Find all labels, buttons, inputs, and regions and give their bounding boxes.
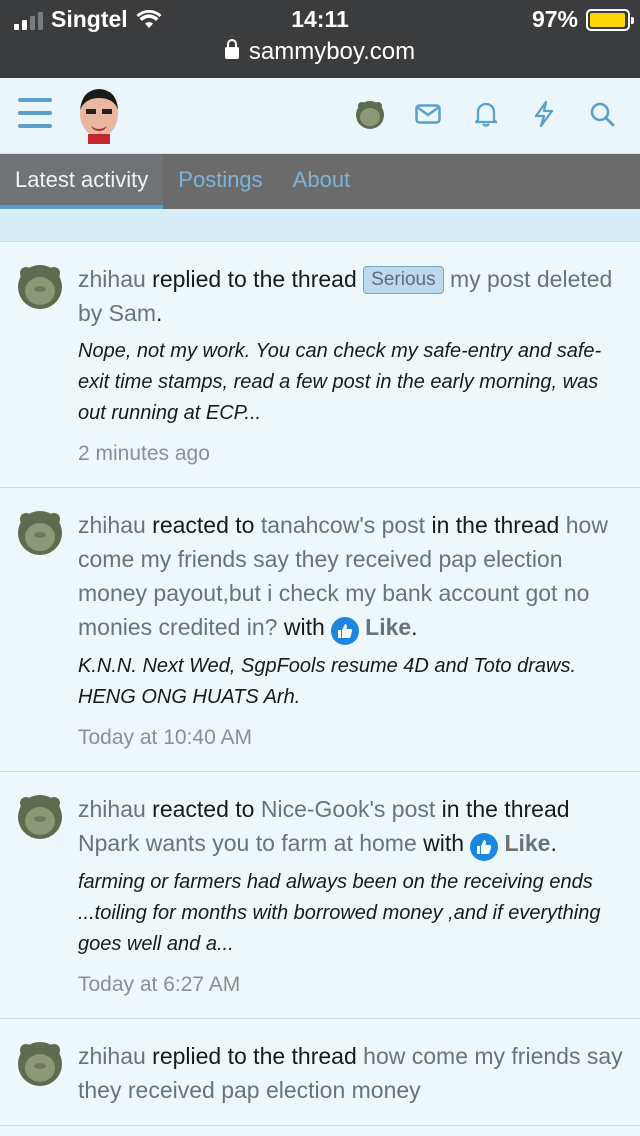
in-thread-text: in the thread (431, 512, 560, 538)
battery-icon (586, 8, 634, 31)
prefix-badge[interactable]: Serious (363, 266, 444, 294)
post-link[interactable]: tanahcow's post (261, 512, 425, 538)
address-bar[interactable]: sammyboy.com (0, 38, 640, 66)
with-text: with (283, 614, 325, 640)
user-avatar[interactable] (16, 792, 64, 840)
post-snippet[interactable]: K.N.N. Next Wed, SgpFools resume 4D and … (78, 651, 624, 713)
username-link[interactable]: zhihau (78, 796, 146, 822)
timestamp[interactable]: 2 minutes ago (78, 439, 624, 469)
action-text: reacted to (152, 512, 255, 538)
activity-text: zhihau reacted to Nice-Gook's post in th… (78, 792, 624, 861)
timestamp[interactable]: Today at 6:27 AM (78, 970, 624, 1000)
activity-text: zhihau reacted to tanahcow's post in the… (78, 508, 624, 645)
action-text: reacted to (152, 796, 255, 822)
with-text: with (423, 830, 465, 856)
activity-text: zhihau replied to the thread Serious my … (78, 262, 624, 330)
list-item: zhihau replied to the thread how come my… (0, 1019, 640, 1126)
thread-link[interactable]: Npark wants you to farm at home (78, 830, 417, 856)
username-link[interactable]: zhihau (78, 1043, 146, 1069)
lock-icon (224, 39, 239, 59)
username-link[interactable]: zhihau (78, 512, 146, 538)
search-icon[interactable] (584, 96, 620, 132)
reaction-label: Like (365, 614, 412, 640)
sentence-end: . (550, 830, 557, 856)
post-snippet[interactable]: farming or farmers had always been on th… (78, 867, 624, 960)
battery-percent: 97% (531, 6, 578, 32)
section-divider (0, 209, 640, 242)
hamburger-icon[interactable] (18, 98, 52, 128)
status-bar: Singtel 14:11 97% sammyboy.com (0, 0, 640, 78)
list-item: zhihau reacted to Nice-Gook's post in th… (0, 772, 640, 1019)
header-actions (352, 96, 620, 132)
site-header (0, 78, 640, 154)
user-avatar[interactable] (16, 262, 64, 310)
sentence-end: . (411, 614, 418, 640)
activity-text: zhihau replied to the thread how come my… (78, 1039, 624, 1107)
action-text: replied to the thread (152, 266, 357, 292)
like-icon (470, 833, 499, 861)
username-link[interactable]: zhihau (78, 266, 146, 292)
site-logo[interactable] (74, 84, 124, 146)
bell-icon[interactable] (468, 96, 504, 132)
like-icon (331, 617, 360, 645)
timestamp[interactable]: Today at 10:40 AM (78, 723, 624, 753)
bolt-icon[interactable] (526, 96, 562, 132)
user-avatar[interactable] (16, 508, 64, 556)
user-avatar[interactable] (16, 1039, 64, 1087)
post-snippet[interactable]: Nope, not my work. You can check my safe… (78, 336, 624, 429)
activity-feed: zhihau replied to the thread Serious my … (0, 242, 640, 1126)
status-right: 97% (531, 6, 634, 33)
post-link[interactable]: Nice-Gook's post (261, 796, 435, 822)
mail-icon[interactable] (410, 96, 446, 132)
account-avatar[interactable] (352, 96, 388, 132)
profile-tabs: Latest activity Postings About (0, 154, 640, 209)
list-item: zhihau replied to the thread Serious my … (0, 242, 640, 488)
list-item: zhihau reacted to tanahcow's post in the… (0, 488, 640, 772)
action-text: replied to the thread (152, 1043, 357, 1069)
sentence-end: . (155, 300, 163, 326)
reaction-label: Like (504, 830, 551, 856)
in-thread-text: in the thread (441, 796, 570, 822)
tab-about[interactable]: About (278, 154, 366, 209)
url-text: sammyboy.com (248, 38, 416, 65)
tab-latest-activity[interactable]: Latest activity (0, 154, 164, 209)
tab-postings[interactable]: Postings (163, 154, 277, 209)
